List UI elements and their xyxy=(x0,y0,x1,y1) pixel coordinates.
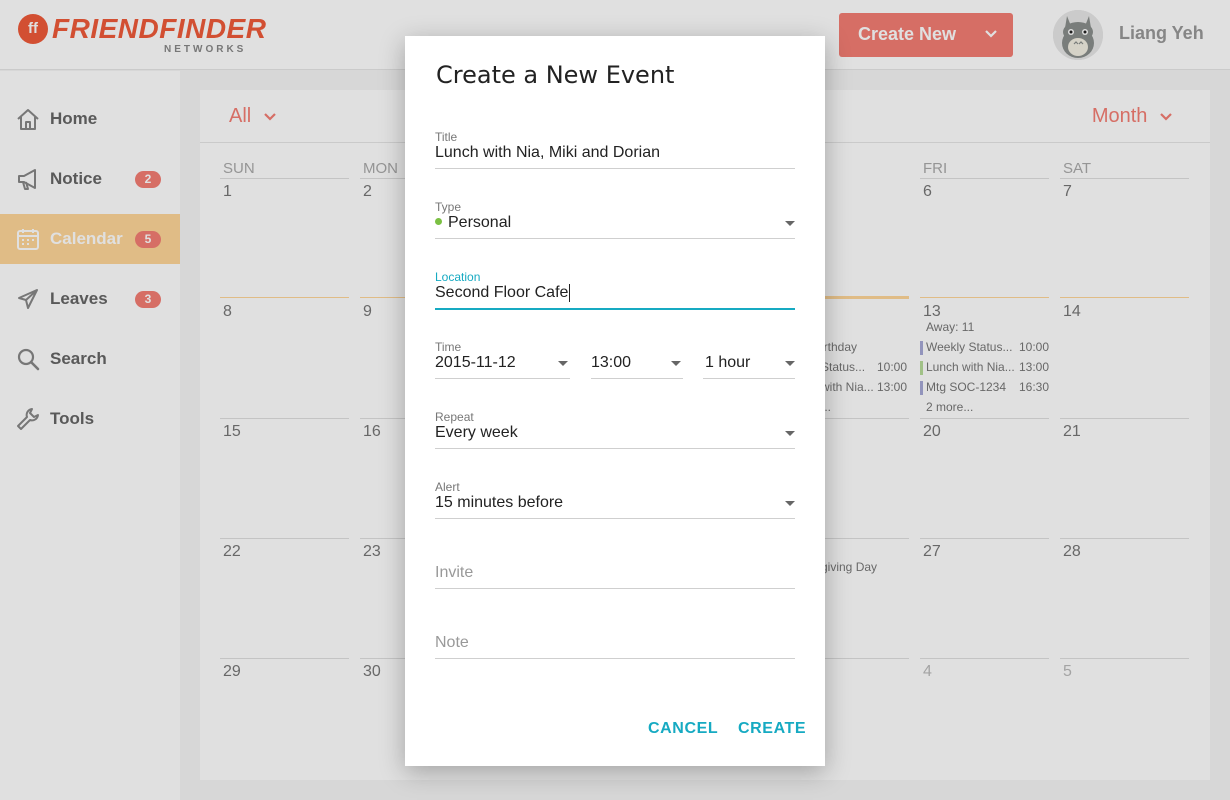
dropdown-arrow-icon[interactable] xyxy=(785,431,795,436)
alert-field[interactable]: Alert 15 minutes before xyxy=(435,480,795,524)
note-input[interactable]: Note xyxy=(435,634,469,652)
duration-select[interactable]: 1 hour xyxy=(705,354,750,372)
dropdown-arrow-icon[interactable] xyxy=(558,361,568,366)
field-underline xyxy=(435,518,795,519)
dropdown-arrow-icon[interactable] xyxy=(671,361,681,366)
create-event-dialog: Create a New Event Title Lunch with Nia,… xyxy=(405,36,825,766)
personal-dot-icon xyxy=(435,218,442,226)
create-button[interactable]: CREATE xyxy=(738,720,806,738)
field-label: Alert xyxy=(435,480,460,494)
field-label: Title xyxy=(435,130,458,144)
location-value: Second Floor Cafe xyxy=(435,284,569,302)
location-field[interactable]: Location Second Floor Cafe xyxy=(435,270,795,314)
field-underline xyxy=(591,378,683,379)
date-select[interactable]: 2015-11-12 xyxy=(435,354,516,372)
location-input[interactable]: Second Floor Cafe xyxy=(435,284,571,302)
field-underline xyxy=(435,588,795,589)
type-select[interactable]: Personal xyxy=(435,214,511,232)
field-underline xyxy=(703,378,795,379)
field-underline xyxy=(435,448,795,449)
field-label: Type xyxy=(435,200,462,214)
field-label: Time xyxy=(435,340,462,354)
title-field[interactable]: Title Lunch with Nia, Miki and Dorian xyxy=(435,130,795,174)
field-underline xyxy=(435,658,795,659)
title-input[interactable]: Lunch with Nia, Miki and Dorian xyxy=(435,144,660,162)
field-label: Repeat xyxy=(435,410,474,424)
invite-field[interactable]: Invite xyxy=(435,550,795,594)
dropdown-arrow-icon[interactable] xyxy=(785,501,795,506)
repeat-select[interactable]: Every week xyxy=(435,424,518,442)
type-field[interactable]: Type Personal xyxy=(435,200,795,244)
time-field: Time 2015-11-12 13:00 1 hour xyxy=(435,340,795,384)
field-underline xyxy=(435,168,795,169)
dropdown-arrow-icon[interactable] xyxy=(785,361,795,366)
text-cursor xyxy=(569,284,571,302)
field-underline xyxy=(435,308,795,310)
cancel-button[interactable]: CANCEL xyxy=(648,720,718,738)
repeat-field[interactable]: Repeat Every week xyxy=(435,410,795,454)
alert-select[interactable]: 15 minutes before xyxy=(435,494,563,512)
note-field[interactable]: Note xyxy=(435,620,795,664)
dropdown-arrow-icon[interactable] xyxy=(785,221,795,226)
type-value: Personal xyxy=(448,214,512,231)
invite-input[interactable]: Invite xyxy=(435,564,473,582)
field-underline xyxy=(435,378,570,379)
start-time-select[interactable]: 13:00 xyxy=(591,354,631,372)
field-label: Location xyxy=(435,270,481,284)
field-underline xyxy=(435,238,795,239)
dialog-title: Create a New Event xyxy=(436,61,675,89)
